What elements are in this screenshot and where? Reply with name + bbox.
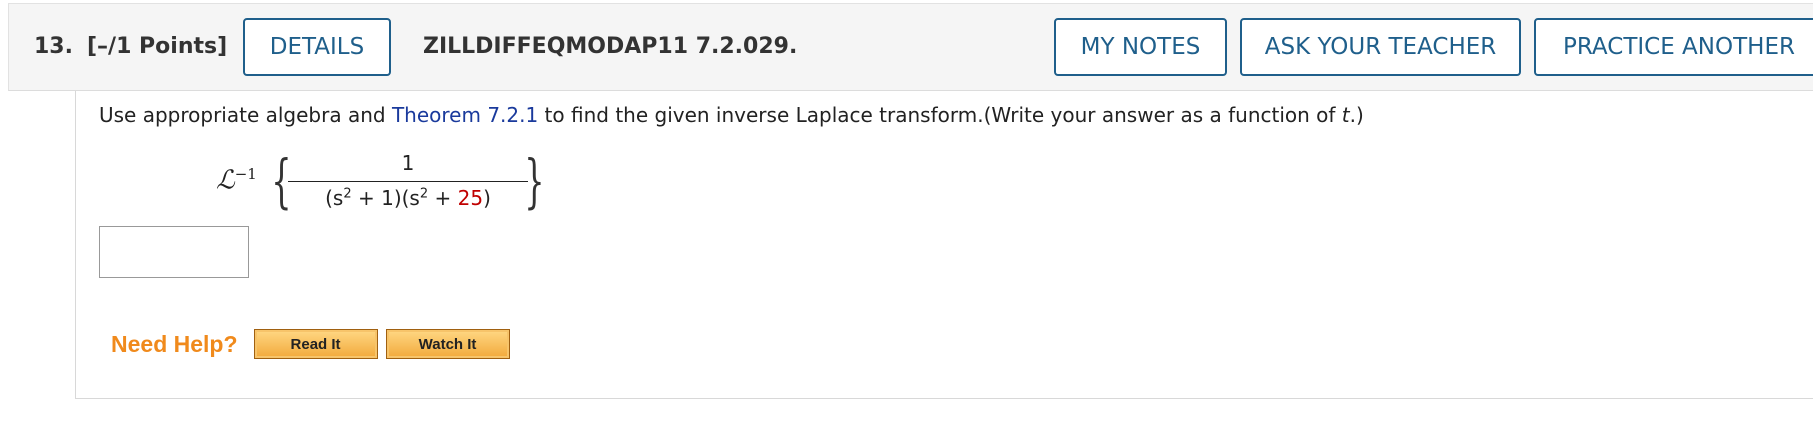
question-number-text: 13. [34, 34, 73, 59]
numerator: 1 [401, 151, 415, 175]
practice-another-button[interactable]: PRACTICE ANOTHER [1534, 18, 1813, 76]
need-help-row: Need Help? Read It Watch It [111, 329, 518, 359]
laplace-exponent: −1 [234, 165, 257, 183]
read-it-button[interactable]: Read It [253, 329, 378, 359]
ask-your-teacher-button[interactable]: ASK YOUR TEACHER [1240, 18, 1521, 76]
laplace-symbol: ℒ−1 [216, 165, 257, 196]
question-prompt: Use appropriate algebra and Theorem 7.2.… [99, 103, 1364, 127]
question-id: ZILLDIFFEQMODAP11 7.2.029. [423, 34, 798, 59]
right-brace: } [524, 147, 545, 215]
prompt-variable: t [1341, 103, 1350, 127]
theorem-link[interactable]: Theorem 7.2.1 [392, 103, 538, 127]
question-number: 13. [–/1 Points] [34, 34, 227, 59]
details-button[interactable]: DETAILS [243, 18, 391, 76]
laplace-letter: ℒ [216, 165, 235, 196]
den-exponent-2: 2 [419, 186, 429, 202]
den-part-1: (s [325, 186, 344, 210]
fraction: 1 (s2 + 1)(s2 + 25) [288, 151, 528, 210]
prompt-text-end: .) [1349, 103, 1364, 127]
points-label: [–/1 Points] [86, 34, 228, 59]
denominator: (s2 + 1)(s2 + 25) [288, 186, 528, 210]
prompt-text-mid: to find the given inverse Laplace transf… [538, 103, 1342, 127]
watch-it-button[interactable]: Watch It [385, 329, 510, 359]
laplace-formula: ℒ−1 { 1 (s2 + 1)(s2 + 25) } [216, 147, 556, 217]
question-body: Use appropriate algebra and Theorem 7.2.… [75, 91, 1813, 399]
need-help-label: Need Help? [111, 330, 238, 357]
den-part-2: + 1)(s [351, 186, 420, 210]
prompt-text-start: Use appropriate algebra and [99, 103, 392, 127]
den-exponent-1: 2 [343, 186, 352, 202]
den-part-4: ) [483, 186, 491, 210]
fraction-bar [288, 181, 528, 182]
den-highlighted-value: 25 [457, 186, 484, 210]
answer-input[interactable] [99, 226, 249, 278]
den-part-3: + [428, 186, 458, 210]
my-notes-button[interactable]: MY NOTES [1054, 18, 1227, 76]
